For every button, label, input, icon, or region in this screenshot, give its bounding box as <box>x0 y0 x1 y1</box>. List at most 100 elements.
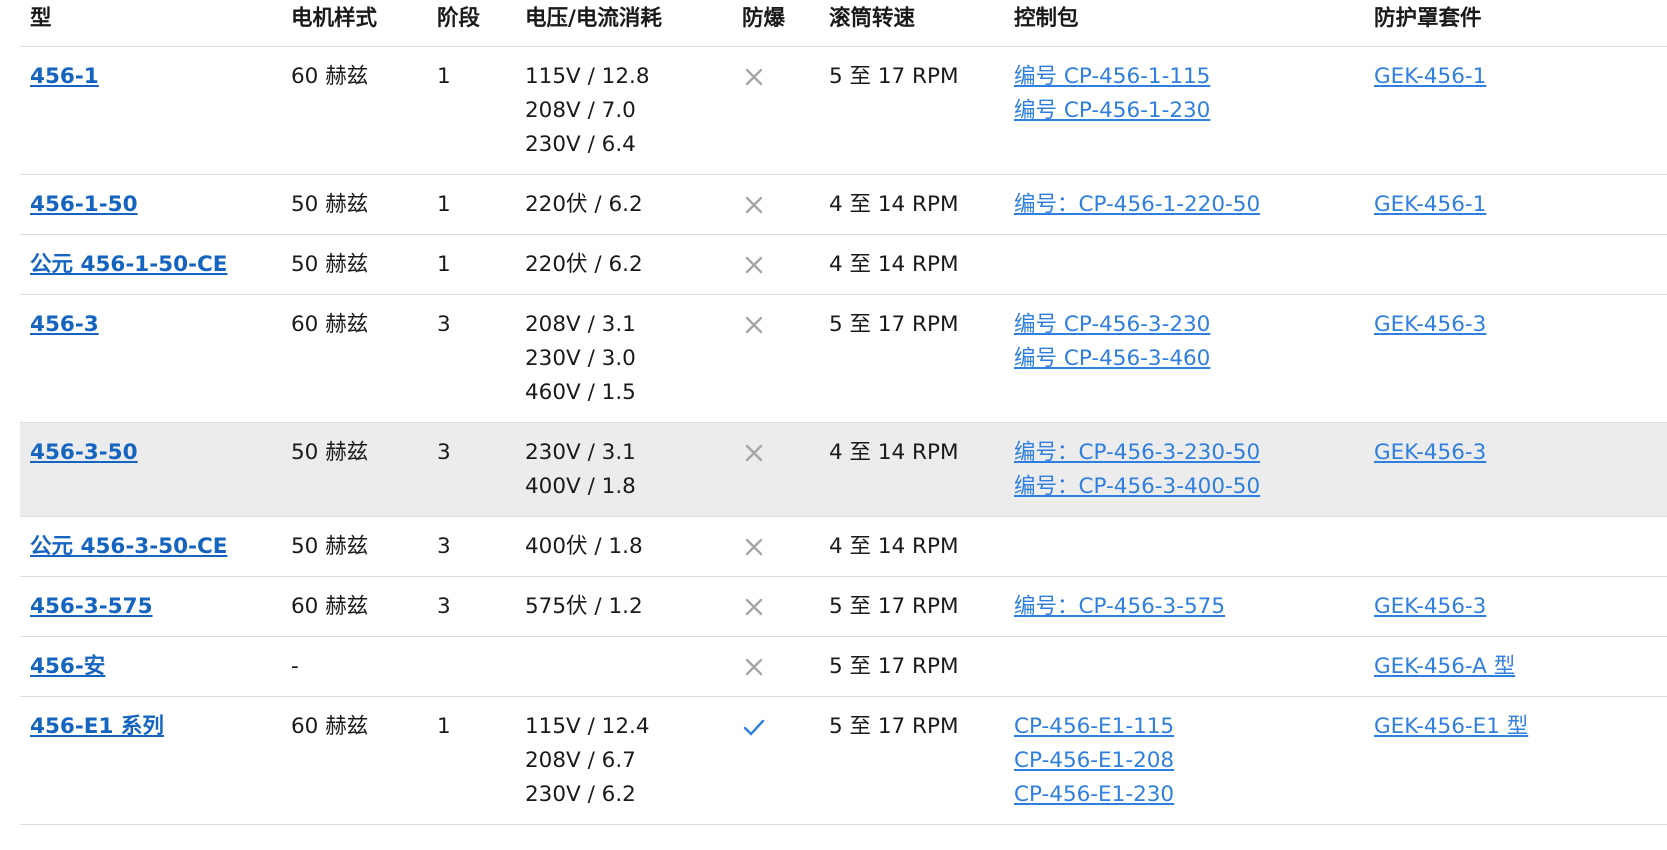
cell-shield-kit <box>1374 234 1667 295</box>
cell-motor-style: 50 赫兹 <box>291 516 437 577</box>
model-link[interactable]: 456-E1 系列 <box>30 714 164 739</box>
cell-explosion-proof <box>742 696 829 825</box>
header-shield-kit: 防护罩套件 <box>1374 0 1667 47</box>
cell-drum-speed: 4 至 14 RPM <box>829 234 1014 295</box>
table-body: 456-1 60 赫兹 1 115V / 12.8 208V / 7.0 230V / 6… <box>20 46 1667 825</box>
cell-voltage-current: 220伏 / 6.2 <box>525 174 742 235</box>
table-row: 456-3-50 50 赫兹 3 230V / 3.1 400V / 1.8 4 至 14… <box>20 422 1667 517</box>
shield-kit-link[interactable]: GEK-456-3 <box>1374 436 1667 470</box>
x-mark-icon <box>742 188 766 222</box>
cell-explosion-proof <box>742 294 829 423</box>
cell-voltage-current: 220伏 / 6.2 <box>525 234 742 295</box>
cell-control-package: CP-456-E1-115 CP-456-E1-208 CP-456-E1-230 <box>1014 696 1374 825</box>
cell-control-package <box>1014 234 1374 295</box>
control-package-link[interactable]: 编号 CP-456-3-230 <box>1014 308 1374 342</box>
header-phase: 阶段 <box>437 0 525 47</box>
voltage-line: 230V / 6.4 <box>525 131 636 157</box>
cell-explosion-proof <box>742 422 829 517</box>
cell-shield-kit: GEK-456-3 <box>1374 294 1667 423</box>
cell-phase <box>437 636 525 697</box>
x-mark-icon <box>742 530 766 564</box>
model-link[interactable]: 公元 456-3-50-CE <box>30 534 227 559</box>
product-specs-table: 型 电机样式 阶段 电压/电流消耗 防爆 滚筒转速 控制包 防护罩套件 456-… <box>20 0 1667 825</box>
model-link[interactable]: 456-1-50 <box>30 192 138 217</box>
shield-kit-link[interactable]: GEK-456-1 <box>1374 60 1667 94</box>
cell-model: 456-E1 系列 <box>20 696 291 825</box>
cell-phase: 3 <box>437 294 525 423</box>
cell-explosion-proof <box>742 46 829 175</box>
cell-drum-speed: 4 至 14 RPM <box>829 174 1014 235</box>
control-package-link[interactable]: 编号：CP-456-3-575 <box>1014 590 1374 624</box>
header-voltage-current: 电压/电流消耗 <box>525 0 742 47</box>
cell-model: 456-1 <box>20 46 291 175</box>
cell-motor-style: 60 赫兹 <box>291 696 437 825</box>
control-package-link[interactable]: CP-456-E1-208 <box>1014 744 1374 778</box>
cell-phase: 1 <box>437 696 525 825</box>
voltage-line: 400V / 1.8 <box>525 473 636 499</box>
voltage-line: 220伏 / 6.2 <box>525 251 643 277</box>
header-motor-style: 电机样式 <box>291 0 437 47</box>
control-package-link[interactable]: CP-456-E1-230 <box>1014 778 1374 812</box>
control-package-link[interactable]: CP-456-E1-115 <box>1014 710 1374 744</box>
cell-drum-speed: 4 至 14 RPM <box>829 422 1014 517</box>
cell-voltage-current: 400伏 / 1.8 <box>525 516 742 577</box>
control-package-link[interactable]: 编号 CP-456-3-460 <box>1014 342 1374 376</box>
control-package-link[interactable]: 编号 CP-456-1-230 <box>1014 94 1374 128</box>
cell-motor-style: 50 赫兹 <box>291 174 437 235</box>
cell-voltage-current: 230V / 3.1 400V / 1.8 <box>525 422 742 517</box>
model-link[interactable]: 456-3 <box>30 312 99 337</box>
header-drum-speed: 滚筒转速 <box>829 0 1014 47</box>
voltage-line: 115V / 12.8 <box>525 63 650 89</box>
cell-shield-kit: GEK-456-3 <box>1374 576 1667 637</box>
shield-kit-link[interactable]: GEK-456-3 <box>1374 590 1667 624</box>
cell-phase: 3 <box>437 576 525 637</box>
cell-motor-style: - <box>291 636 437 697</box>
voltage-line: 230V / 3.1 <box>525 439 636 465</box>
cell-shield-kit: GEK-456-1 <box>1374 174 1667 235</box>
cell-drum-speed: 5 至 17 RPM <box>829 46 1014 175</box>
table-row: 456-1 60 赫兹 1 115V / 12.8 208V / 7.0 230V / 6… <box>20 46 1667 175</box>
cell-control-package: 编号：CP-456-3-575 <box>1014 576 1374 637</box>
x-mark-icon <box>742 248 766 282</box>
cell-motor-style: 50 赫兹 <box>291 422 437 517</box>
x-mark-icon <box>742 650 766 684</box>
cell-shield-kit: GEK-456-A 型 <box>1374 636 1667 697</box>
model-link[interactable]: 456-1 <box>30 64 99 89</box>
cell-model: 456-3-575 <box>20 576 291 637</box>
table-row: 456-3-575 60 赫兹 3 575伏 / 1.2 5 至 17 RPM 编号：CP… <box>20 576 1667 637</box>
model-link[interactable]: 456-3-50 <box>30 440 138 465</box>
table-row: 456-1-50 50 赫兹 1 220伏 / 6.2 4 至 14 RPM 编号：CP-… <box>20 174 1667 235</box>
table-row: 456-安 - 5 至 17 RPM GEK-456-A 型 <box>20 636 1667 697</box>
cell-shield-kit: GEK-456-1 <box>1374 46 1667 175</box>
shield-kit-link[interactable]: GEK-456-E1 型 <box>1374 710 1667 744</box>
cell-model: 公元 456-3-50-CE <box>20 516 291 577</box>
control-package-link[interactable]: 编号：CP-456-3-400-50 <box>1014 470 1374 504</box>
cell-explosion-proof <box>742 516 829 577</box>
cell-model: 456-1-50 <box>20 174 291 235</box>
cell-control-package: 编号：CP-456-3-230-50 编号：CP-456-3-400-50 <box>1014 422 1374 517</box>
table-row: 456-3 60 赫兹 3 208V / 3.1 230V / 3.0 460V / 1.… <box>20 294 1667 423</box>
header-row: 型 电机样式 阶段 电压/电流消耗 防爆 滚筒转速 控制包 防护罩套件 <box>20 0 1667 47</box>
cell-control-package <box>1014 516 1374 577</box>
voltage-line: 230V / 6.2 <box>525 781 636 807</box>
cell-motor-style: 60 赫兹 <box>291 294 437 423</box>
control-package-link[interactable]: 编号 CP-456-1-115 <box>1014 60 1374 94</box>
cell-shield-kit: GEK-456-E1 型 <box>1374 696 1667 825</box>
shield-kit-link[interactable]: GEK-456-A 型 <box>1374 650 1667 684</box>
cell-control-package <box>1014 636 1374 697</box>
cell-shield-kit: GEK-456-3 <box>1374 422 1667 517</box>
shield-kit-link[interactable]: GEK-456-3 <box>1374 308 1667 342</box>
control-package-link[interactable]: 编号：CP-456-3-230-50 <box>1014 436 1374 470</box>
model-link[interactable]: 456-安 <box>30 654 105 679</box>
cell-explosion-proof <box>742 174 829 235</box>
control-package-link[interactable]: 编号：CP-456-1-220-50 <box>1014 188 1374 222</box>
voltage-line: 400伏 / 1.8 <box>525 533 643 559</box>
voltage-line: 220伏 / 6.2 <box>525 191 643 217</box>
header-control-package: 控制包 <box>1014 0 1374 47</box>
cell-model: 456-安 <box>20 636 291 697</box>
header-explosion-proof: 防爆 <box>742 0 829 47</box>
model-link[interactable]: 456-3-575 <box>30 594 153 619</box>
model-link[interactable]: 公元 456-1-50-CE <box>30 252 227 277</box>
shield-kit-link[interactable]: GEK-456-1 <box>1374 188 1667 222</box>
cell-motor-style: 60 赫兹 <box>291 576 437 637</box>
